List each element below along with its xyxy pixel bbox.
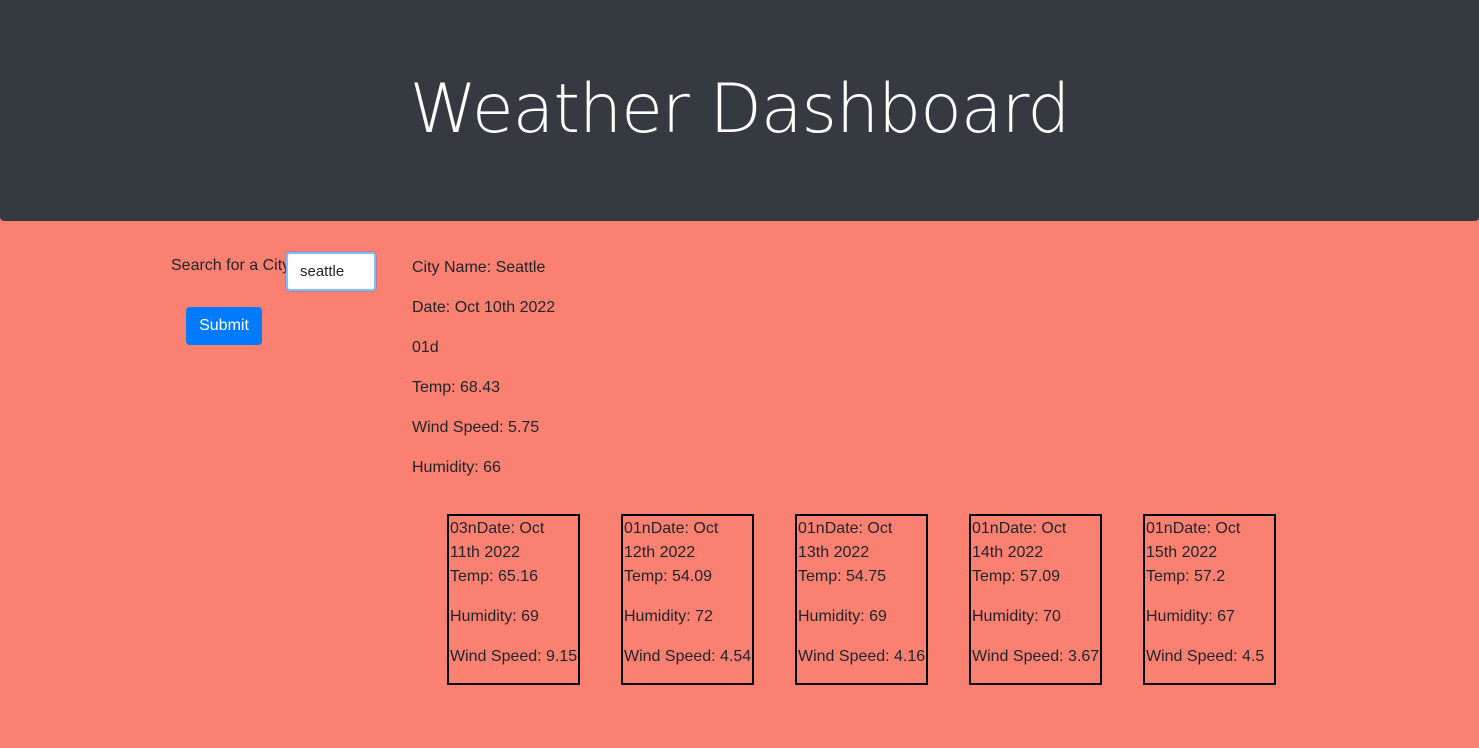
current-icon-code: 01d <box>412 339 439 356</box>
forecast-wind: Wind Speed: 4.16 <box>798 648 926 665</box>
forecast-card: 01nDate: Oct 12th 2022 Temp: 54.09 Humid… <box>621 514 754 685</box>
forecast-humidity: Humidity: 69 <box>798 608 887 625</box>
current-wind: Wind Speed: 5.75 <box>412 419 540 436</box>
search-label: Search for a City <box>171 257 291 274</box>
forecast-wind: Wind Speed: 9.15 <box>450 648 578 665</box>
forecast-card: 01nDate: Oct 15th 2022 Temp: 57.2 Humidi… <box>1143 514 1276 685</box>
page-title: Weather Dashboard <box>409 70 1071 149</box>
forecast-date: 01nDate: Oct 13th 2022 <box>798 520 893 561</box>
forecast-humidity: Humidity: 70 <box>972 608 1061 625</box>
submit-button[interactable]: Submit <box>186 307 262 345</box>
forecast-temp: Temp: 57.2 <box>1146 568 1226 585</box>
forecast-humidity: Humidity: 72 <box>624 608 713 625</box>
forecast-card: 01nDate: Oct 13th 2022 Temp: 54.75 Humid… <box>795 514 928 685</box>
forecast-temp: Temp: 57.09 <box>972 568 1061 585</box>
forecast-date: 01nDate: Oct 14th 2022 <box>972 520 1067 561</box>
forecast-wind: Wind Speed: 4.54 <box>624 648 752 665</box>
forecast-wind: Wind Speed: 4.5 <box>1146 648 1265 665</box>
forecast-temp: Temp: 54.75 <box>798 568 887 585</box>
forecast-card: 01nDate: Oct 14th 2022 Temp: 57.09 Humid… <box>969 514 1102 685</box>
forecast-date: 03nDate: Oct 11th 2022 <box>450 520 545 561</box>
forecast-humidity: Humidity: 69 <box>450 608 539 625</box>
forecast-temp: Temp: 54.09 <box>624 568 713 585</box>
header-jumbotron: Weather Dashboard <box>0 0 1479 221</box>
search-input[interactable] <box>286 252 376 291</box>
current-date: Date: Oct 10th 2022 <box>412 299 556 316</box>
forecast-card: 03nDate: Oct 11th 2022 Temp: 65.16 Humid… <box>447 514 580 685</box>
forecast-date: 01nDate: Oct 15th 2022 <box>1146 520 1241 561</box>
current-city: City Name: Seattle <box>412 259 546 276</box>
forecast-date: 01nDate: Oct 12th 2022 <box>624 520 719 561</box>
forecast-wind: Wind Speed: 3.67 <box>972 648 1100 665</box>
forecast-humidity: Humidity: 67 <box>1146 608 1235 625</box>
forecast-temp: Temp: 65.16 <box>450 568 539 585</box>
current-weather: City Name: Seattle Date: Oct 10th 2022 0… <box>412 256 555 496</box>
current-humidity: Humidity: 66 <box>412 459 501 476</box>
current-temp: Temp: 68.43 <box>412 379 501 396</box>
